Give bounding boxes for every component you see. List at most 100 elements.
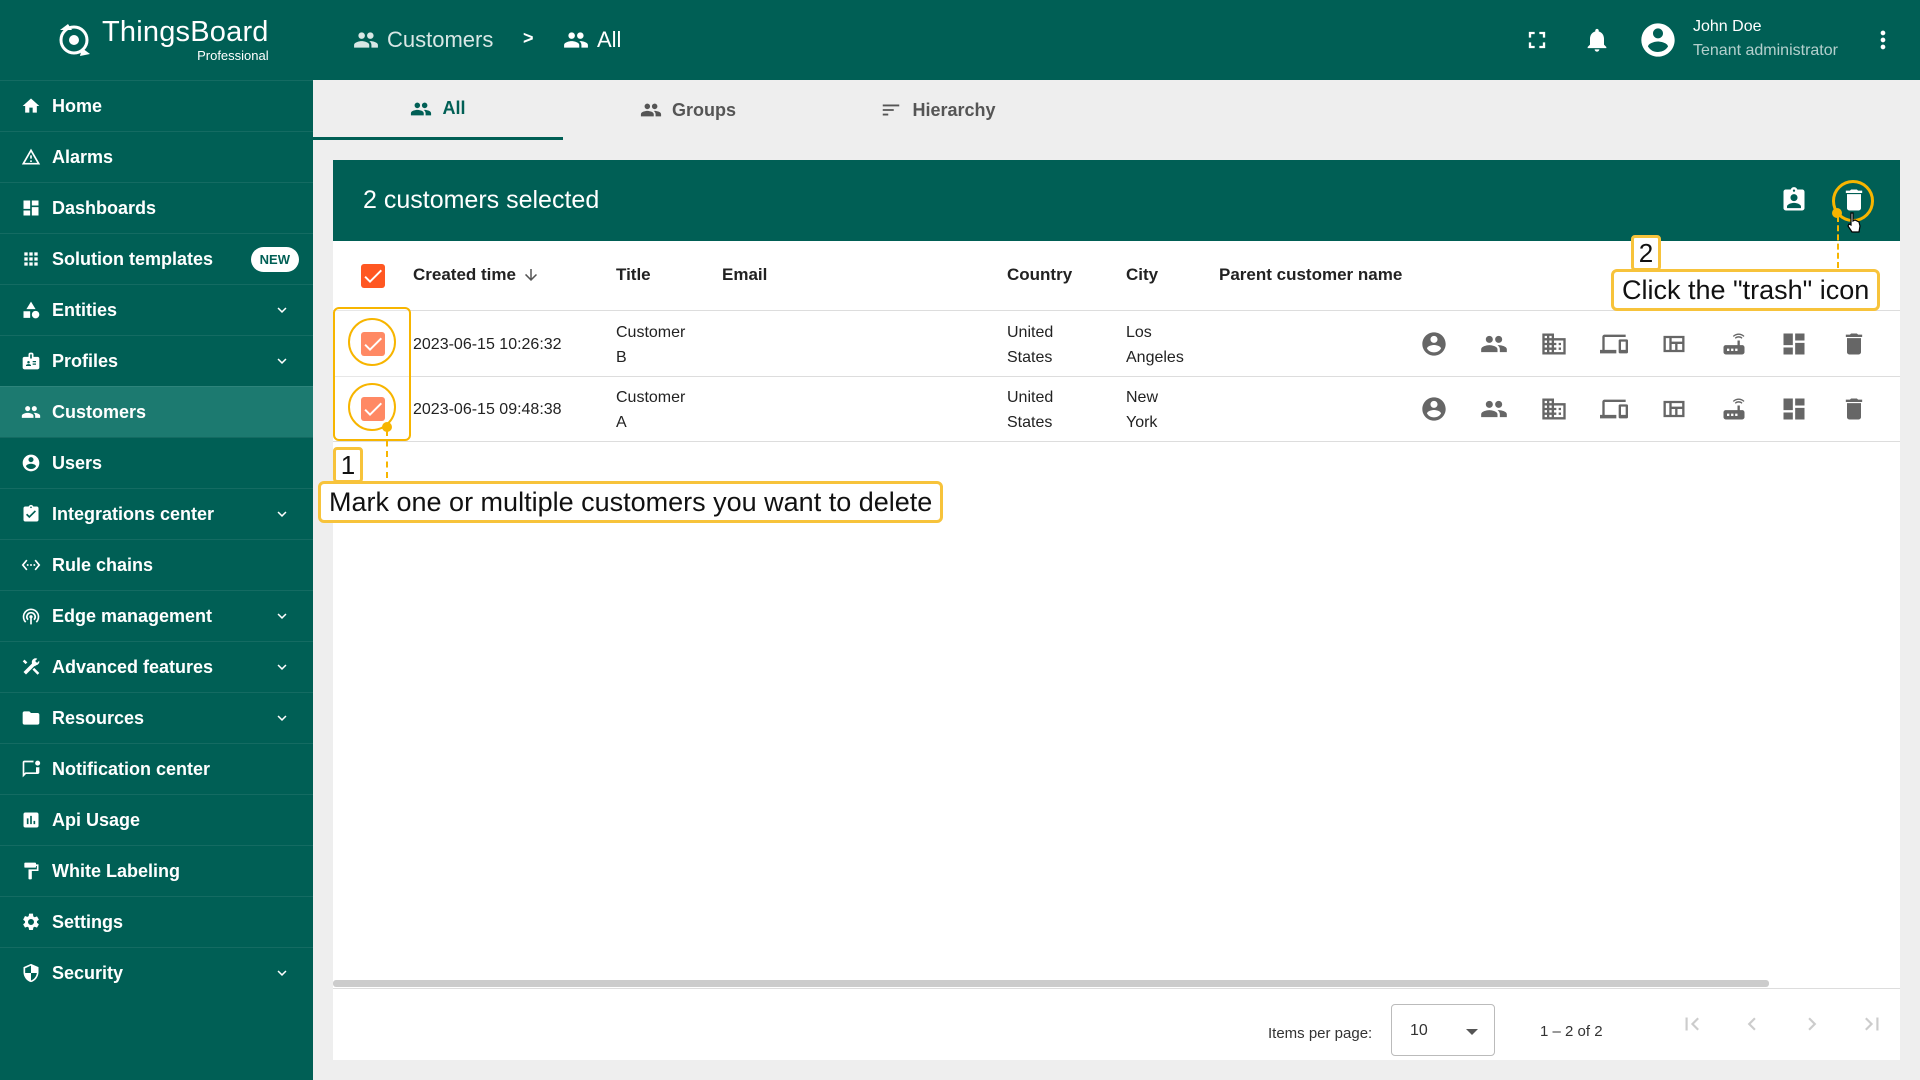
manage-devices-icon[interactable] (1600, 330, 1630, 360)
next-page-icon[interactable] (1799, 1011, 1827, 1039)
tab-hierarchy[interactable]: Hierarchy (813, 80, 1063, 140)
table-row[interactable]: 2023-06-15 09:48:38 Customer A United Stat… (333, 377, 1900, 442)
delete-row-trash-icon[interactable] (1840, 330, 1870, 360)
cell-country-line: United (1007, 324, 1054, 341)
chevron-down-icon (273, 709, 291, 727)
manage-assets-icon[interactable] (1540, 330, 1570, 360)
select-all-checkbox[interactable] (361, 264, 385, 288)
sidebar-item-label: Users (52, 452, 103, 473)
sidebar-item-alarms[interactable]: Alarms (0, 131, 313, 182)
column-title[interactable]: Title (616, 265, 651, 285)
sidebar-item-edge-management[interactable]: Edge management (0, 590, 313, 641)
sidebar-item-notification-center[interactable]: Notification center (0, 743, 313, 794)
manage-edges-icon[interactable] (1720, 395, 1750, 425)
sidebar-item-dashboards[interactable]: Dashboards (0, 182, 313, 233)
sidebar-item-label: Alarms (52, 146, 114, 167)
table-row[interactable]: 2023-06-15 10:26:32 Customer B United Stat… (333, 312, 1900, 377)
delete-row-trash-icon[interactable] (1840, 395, 1870, 425)
sidebar-item-security[interactable]: Security (0, 947, 313, 998)
manage-users-icon[interactable] (1420, 330, 1450, 360)
category-icon (20, 299, 42, 321)
top-bar: Customers > All John Doe Tenant administ… (313, 0, 1920, 80)
sidebar-item-advanced-features[interactable]: Advanced features (0, 641, 313, 692)
last-page-icon[interactable] (1859, 1011, 1887, 1039)
manage-customers-icon[interactable] (1480, 395, 1510, 425)
router-signal-icon (20, 605, 42, 627)
sidebar-item-customers[interactable]: Customers (0, 386, 313, 437)
tab-groups[interactable]: Groups (563, 80, 813, 140)
more-vert-icon[interactable] (1869, 26, 1897, 54)
notifications-bell-icon[interactable] (1583, 26, 1611, 54)
sidebar-item-integrations-center[interactable]: Integrations center (0, 488, 313, 539)
cell-city-line: Angeles (1126, 349, 1184, 366)
chevron-down-icon (273, 352, 291, 370)
manage-devices-icon[interactable] (1600, 395, 1630, 425)
breadcrumb-separator: > (523, 28, 534, 48)
cell-country: United States (1007, 385, 1053, 435)
badge-icon (20, 350, 42, 372)
assignment-ind-icon (1783, 187, 1805, 211)
assign-customer-button[interactable] (1774, 180, 1814, 220)
sidebar-item-label: Home (52, 95, 103, 116)
sidebar-item-rule-chains[interactable]: Rule chains (0, 539, 313, 590)
fullscreen-icon[interactable] (1523, 26, 1551, 54)
column-label: Created time (413, 265, 516, 284)
sidebar-item-solution-templates[interactable]: Solution templates NEW (0, 233, 313, 284)
chevron-down-icon (273, 607, 291, 625)
items-per-page-select[interactable]: 10 (1391, 1004, 1495, 1056)
brand-logo[interactable]: ThingsBoard Professional (0, 0, 313, 80)
paginator: Items per page: 10 1 – 2 of 2 (333, 988, 1900, 1060)
arrow-down-icon (524, 269, 537, 281)
people-icon (411, 102, 432, 115)
sidebar-item-api-usage[interactable]: Api Usage (0, 794, 313, 845)
check-icon (364, 269, 382, 283)
manage-customers-icon[interactable] (1480, 330, 1510, 360)
breadcrumb-customers[interactable]: Customers (353, 27, 493, 53)
people-icon (640, 103, 662, 117)
sidebar-item-resources[interactable]: Resources (0, 692, 313, 743)
cell-city-line: New (1126, 389, 1159, 406)
manage-edges-icon[interactable] (1720, 330, 1750, 360)
format-paint-icon (20, 860, 42, 882)
column-created-time[interactable]: Created time (413, 265, 540, 285)
sidebar-item-home[interactable]: Home (0, 80, 313, 131)
cell-city: Los Angeles (1126, 320, 1184, 370)
first-page-icon[interactable] (1679, 1011, 1707, 1039)
dashboard-icon (20, 197, 42, 219)
cell-city-line: Los (1126, 324, 1152, 341)
manage-entity-views-icon[interactable] (1660, 395, 1690, 425)
sidebar-item-label: Notification center (52, 758, 211, 779)
sidebar-item-label: Dashboards (52, 197, 157, 218)
integration-icon (20, 503, 42, 525)
column-email[interactable]: Email (722, 265, 767, 285)
column-country[interactable]: Country (1007, 265, 1072, 285)
chevron-down-icon (273, 658, 291, 676)
brand-edition: Professional (197, 48, 269, 63)
page-range-label: 1 – 2 of 2 (1540, 1023, 1603, 1040)
user-avatar-icon[interactable] (1638, 20, 1678, 60)
sidebar-item-entities[interactable]: Entities (0, 284, 313, 335)
folder-icon (20, 707, 42, 729)
user-name: John Doe (1693, 18, 1762, 35)
manage-users-icon[interactable] (1420, 395, 1450, 425)
tab-label: Hierarchy (912, 99, 996, 120)
chevron-down-icon (273, 964, 291, 982)
manage-entity-views-icon[interactable] (1660, 330, 1690, 360)
sidebar-item-settings[interactable]: Settings (0, 896, 313, 947)
sidebar-item-profiles[interactable]: Profiles (0, 335, 313, 386)
sidebar-item-users[interactable]: Users (0, 437, 313, 488)
manage-dashboards-icon[interactable] (1780, 330, 1810, 360)
previous-page-icon[interactable] (1739, 1011, 1767, 1039)
sidebar-item-white-labeling[interactable]: White Labeling (0, 845, 313, 896)
horizontal-scrollbar[interactable] (333, 980, 1769, 987)
breadcrumb-label: All (597, 27, 622, 52)
shield-icon (20, 962, 42, 984)
cell-country-line: United (1007, 389, 1054, 406)
manage-assets-icon[interactable] (1540, 395, 1570, 425)
column-parent-customer-name[interactable]: Parent customer name (1219, 265, 1402, 285)
tab-all[interactable]: All (313, 80, 563, 140)
tab-label: Groups (671, 99, 736, 120)
column-city[interactable]: City (1126, 265, 1158, 285)
gear-icon (20, 911, 42, 933)
manage-dashboards-icon[interactable] (1780, 395, 1810, 425)
